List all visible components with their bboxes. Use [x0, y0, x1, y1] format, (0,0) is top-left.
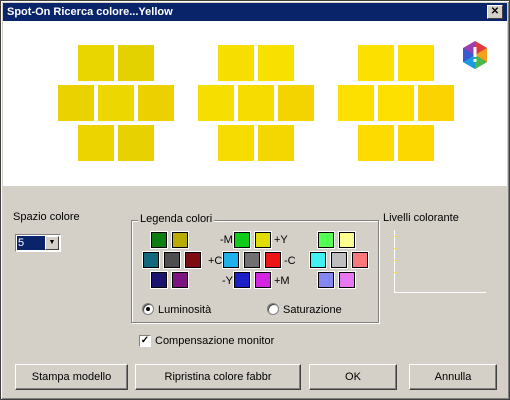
legend-swatch — [244, 252, 260, 268]
preview-swatch[interactable] — [198, 85, 234, 121]
saturation-label[interactable]: Saturazione — [283, 304, 342, 316]
monitor-compensation-label[interactable]: Compensazione monitor — [155, 335, 274, 347]
preview-swatch[interactable] — [398, 45, 434, 81]
legend-swatch — [234, 232, 250, 248]
legend-swatch — [352, 252, 368, 268]
minus-c-label: -C — [284, 255, 296, 267]
preview-swatch[interactable] — [418, 85, 454, 121]
graph-tick — [394, 260, 397, 261]
preview-swatch[interactable] — [358, 125, 394, 161]
cancel-button[interactable]: Annulla — [409, 364, 497, 390]
preview-swatch[interactable] — [118, 125, 154, 161]
color-preview-area — [3, 21, 507, 186]
plus-y-label: +Y — [274, 234, 288, 246]
preview-swatch[interactable] — [278, 85, 314, 121]
preview-swatch[interactable] — [138, 85, 174, 121]
preview-swatch[interactable] — [338, 85, 374, 121]
monitor-compensation-checkbox[interactable]: ✓ — [139, 335, 151, 347]
legend-swatch — [331, 252, 347, 268]
legend-swatch — [143, 252, 159, 268]
preview-swatch[interactable] — [358, 45, 394, 81]
legend-swatch — [164, 252, 180, 268]
preview-swatch[interactable] — [218, 45, 254, 81]
legend-swatch — [255, 272, 271, 288]
window-title: Spot-On Ricerca colore...Yellow — [7, 6, 173, 18]
legend-swatch — [339, 232, 355, 248]
legend-swatch — [310, 252, 326, 268]
preview-swatch[interactable] — [258, 45, 294, 81]
luminosity-radio[interactable] — [142, 303, 154, 315]
preview-swatch[interactable] — [78, 45, 114, 81]
color-legend-title: Legenda colori — [138, 213, 215, 225]
spot-on-dialog: Spot-On Ricerca colore...Yellow ✕ Spazio… — [0, 0, 510, 400]
preview-swatch[interactable] — [398, 125, 434, 161]
luminosity-label[interactable]: Luminosità — [158, 304, 211, 316]
saturation-radio[interactable] — [267, 303, 279, 315]
reset-factory-color-button[interactable]: Ripristina colore fabbr — [135, 364, 301, 390]
preview-swatch[interactable] — [238, 85, 274, 121]
legend-swatch — [234, 272, 250, 288]
preview-swatch[interactable] — [58, 85, 94, 121]
preview-swatch[interactable] — [378, 85, 414, 121]
legend-swatch — [172, 232, 188, 248]
color-space-select[interactable]: 5 ▼ — [15, 234, 61, 252]
ink-levels-label: Livelli colorante — [383, 212, 459, 224]
print-template-button[interactable]: Stampa modello — [15, 364, 128, 390]
legend-swatch — [318, 232, 334, 248]
plus-c-label: +C — [208, 255, 223, 267]
plus-m-label: +M — [274, 275, 290, 287]
graph-tick — [394, 272, 397, 273]
legend-swatch — [339, 272, 355, 288]
minus-m-label: -M — [220, 234, 233, 246]
title-bar: Spot-On Ricerca colore...Yellow ✕ — [3, 3, 507, 21]
color-wheel-logo-icon — [463, 41, 487, 69]
legend-swatch — [318, 272, 334, 288]
legend-swatch — [172, 272, 188, 288]
legend-swatch — [185, 252, 201, 268]
color-space-value: 5 — [17, 236, 45, 250]
preview-swatch[interactable] — [78, 125, 114, 161]
graph-tick — [394, 248, 397, 249]
preview-swatch[interactable] — [258, 125, 294, 161]
preview-swatch[interactable] — [98, 85, 134, 121]
legend-swatch — [255, 232, 271, 248]
color-space-label: Spazio colore — [13, 211, 80, 223]
minus-y-label: -Y — [222, 275, 233, 287]
radio-selected-dot — [146, 307, 150, 311]
preview-swatch[interactable] — [218, 125, 254, 161]
legend-swatch — [151, 272, 167, 288]
graph-tick — [394, 236, 397, 237]
close-button[interactable]: ✕ — [487, 5, 503, 19]
legend-swatch — [151, 232, 167, 248]
ok-button[interactable]: OK — [309, 364, 397, 390]
legend-swatch — [265, 252, 281, 268]
legend-swatch — [223, 252, 239, 268]
chevron-down-icon[interactable]: ▼ — [45, 236, 59, 250]
ink-levels-graph — [394, 230, 486, 293]
preview-swatch[interactable] — [118, 45, 154, 81]
